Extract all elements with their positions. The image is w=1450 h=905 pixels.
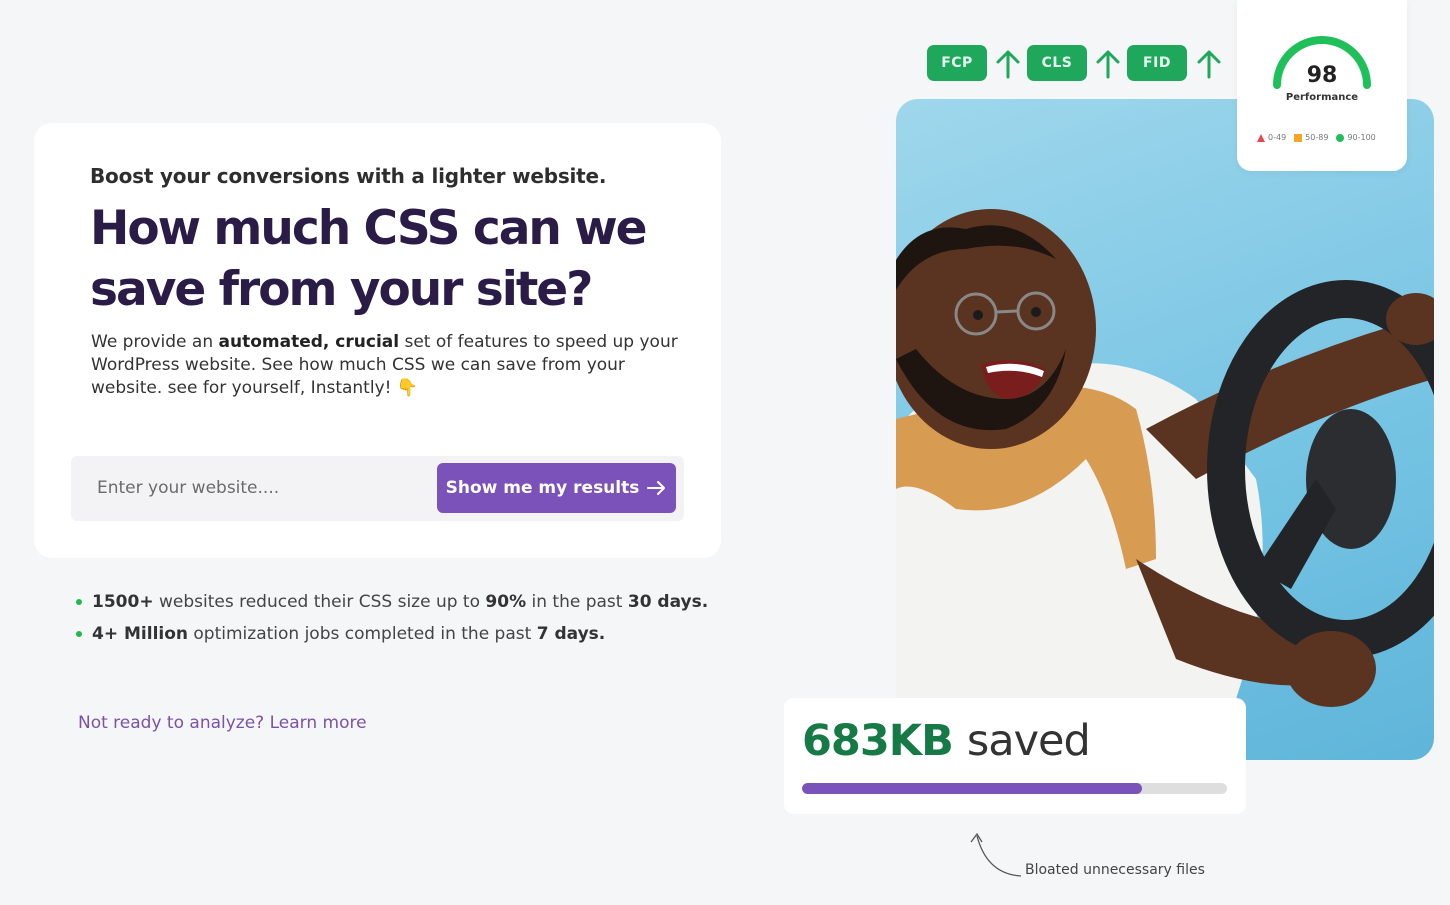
bullet-dot xyxy=(76,631,82,637)
hero-headline: How much CSS can we save from your site? xyxy=(90,201,648,317)
saved-progress-fill xyxy=(802,783,1142,794)
bullet-dot xyxy=(76,599,82,605)
performance-label: Performance xyxy=(1285,92,1359,103)
arrow-right-icon xyxy=(647,481,666,495)
driver-illustration xyxy=(896,209,1434,760)
hero-description: We provide an automated, crucial set of … xyxy=(91,332,678,398)
stat-item: 1500+ websites reduced their CSS size up… xyxy=(76,586,708,618)
stat-item: 4+ Million optimization jobs completed i… xyxy=(76,618,708,650)
saved-progress-bar xyxy=(802,783,1227,794)
legend-good: 90-100 xyxy=(1336,133,1376,142)
square-icon xyxy=(1294,133,1303,142)
circle-icon xyxy=(1336,133,1345,142)
arrow-up-icon xyxy=(996,50,1020,79)
hero-photo xyxy=(896,99,1434,760)
curved-arrow-icon xyxy=(970,832,1022,877)
legend-poor: 0-49 xyxy=(1257,133,1286,142)
stats-list: 1500+ websites reduced their CSS size up… xyxy=(76,586,708,650)
hero-kicker: Boost your conversions with a lighter we… xyxy=(90,164,607,188)
triangle-icon xyxy=(1257,133,1265,142)
metric-badge-cls: CLS xyxy=(1027,45,1087,81)
show-results-button[interactable]: Show me my results xyxy=(437,463,676,513)
performance-legend: 0-49 50-89 90-100 xyxy=(1257,133,1376,142)
metric-badge-fcp: FCP xyxy=(927,45,987,81)
arrow-up-icon xyxy=(1096,50,1120,79)
legend-average: 50-89 xyxy=(1294,133,1328,142)
show-results-label: Show me my results xyxy=(445,478,640,498)
saved-text: 683KB saved xyxy=(802,716,1091,766)
analyze-form: Show me my results xyxy=(71,456,684,521)
saved-card: 683KB saved xyxy=(784,698,1246,814)
metric-badge-fid: FID xyxy=(1127,45,1187,81)
performance-score: 98 xyxy=(1306,63,1338,88)
performance-widget: 98 Performance 0-49 50-89 90-100 xyxy=(1237,0,1407,171)
bloated-files-caption: Bloated unnecessary files xyxy=(1025,862,1205,878)
arrow-up-icon xyxy=(1197,50,1221,79)
learn-more-link[interactable]: Not ready to analyze? Learn more xyxy=(78,713,367,733)
website-input[interactable] xyxy=(85,468,439,508)
performance-gauge xyxy=(1273,36,1371,89)
